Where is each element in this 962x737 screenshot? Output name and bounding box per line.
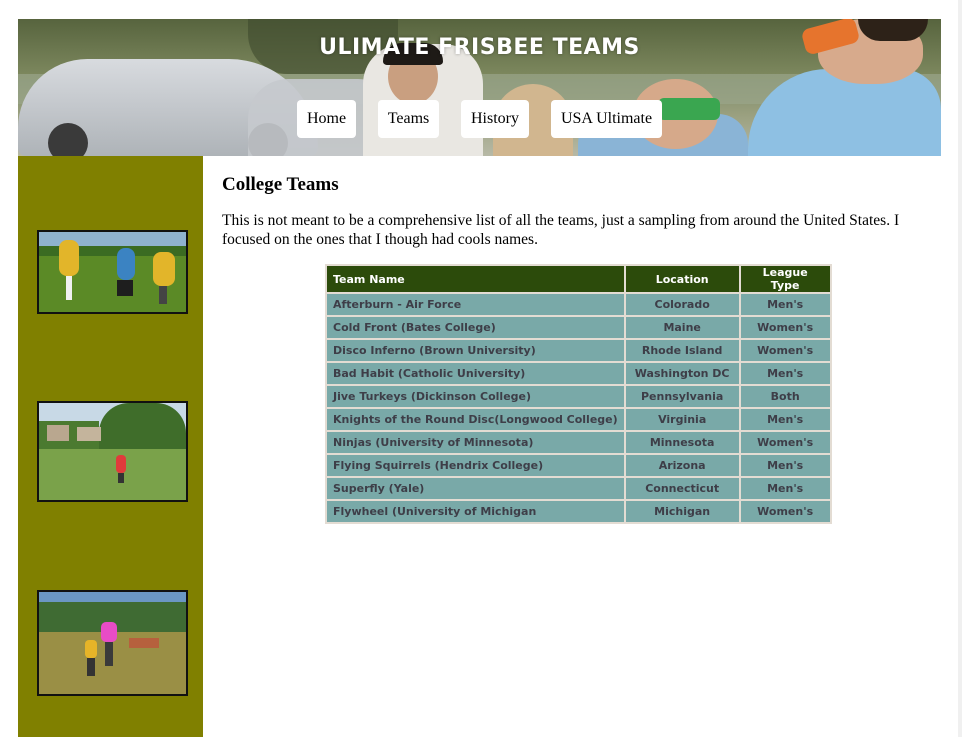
table-row: Bad Habit (Catholic University) Washingt… xyxy=(325,361,832,386)
location-cell: Pennsylvania xyxy=(623,384,741,409)
frisbee-field-photo xyxy=(37,401,188,502)
col-header-league-type: League Type xyxy=(738,264,832,294)
table-row: Flywheel (University of Michigan Michiga… xyxy=(325,499,832,524)
team-name-cell: Flywheel (University of Michigan xyxy=(325,499,626,524)
frisbee-catch-photo xyxy=(37,590,188,696)
table-row: Afterburn - Air Force Colorado Men's xyxy=(325,292,832,317)
location-cell: Colorado xyxy=(623,292,741,317)
league-type-cell: Men's xyxy=(738,361,832,386)
nav-history[interactable]: History xyxy=(461,100,529,138)
sidebar xyxy=(18,156,203,737)
nav-usa-ultimate[interactable]: USA Ultimate xyxy=(551,100,662,138)
table-header-row: Team Name Location League Type xyxy=(325,264,832,294)
league-type-cell: Women's xyxy=(738,499,832,524)
col-header-location: Location xyxy=(623,264,741,294)
teams-table: Team Name Location League Type Afterburn… xyxy=(325,264,832,524)
league-type-cell: Women's xyxy=(738,430,832,455)
league-type-cell: Men's xyxy=(738,407,832,432)
league-type-cell: Men's xyxy=(738,476,832,501)
page-title: College Teams xyxy=(222,174,339,195)
frisbee-action-photo xyxy=(37,230,188,314)
location-cell: Minnesota xyxy=(623,430,741,455)
league-type-cell: Women's xyxy=(738,338,832,363)
location-cell: Michigan xyxy=(623,499,741,524)
team-name-cell: Flying Squirrels (Hendrix College) xyxy=(325,453,626,478)
nav-home[interactable]: Home xyxy=(297,100,356,138)
location-cell: Washington DC xyxy=(623,361,741,386)
team-name-cell: Afterburn - Air Force xyxy=(325,292,626,317)
table-row: Flying Squirrels (Hendrix College) Arizo… xyxy=(325,453,832,478)
team-name-cell: Knights of the Round Disc(Longwood Colle… xyxy=(325,407,626,432)
location-cell: Rhode Island xyxy=(623,338,741,363)
page-scrollbar[interactable] xyxy=(958,0,962,737)
team-name-cell: Jive Turkeys (Dickinson College) xyxy=(325,384,626,409)
league-type-cell: Women's xyxy=(738,315,832,340)
location-cell: Arizona xyxy=(623,453,741,478)
team-name-cell: Bad Habit (Catholic University) xyxy=(325,361,626,386)
location-cell: Connecticut xyxy=(623,476,741,501)
header-banner: ULIMATE FRISBEE TEAMS Home Teams History… xyxy=(18,19,941,156)
site-title: ULIMATE FRISBEE TEAMS xyxy=(319,35,640,60)
location-cell: Virginia xyxy=(623,407,741,432)
team-name-cell: Cold Front (Bates College) xyxy=(325,315,626,340)
main-nav: Home Teams History USA Ultimate xyxy=(18,100,941,138)
league-type-cell: Men's xyxy=(738,292,832,317)
intro-text: This is not meant to be a comprehensive … xyxy=(222,212,900,248)
table-row: Ninjas (University of Minnesota) Minneso… xyxy=(325,430,832,455)
team-name-cell: Ninjas (University of Minnesota) xyxy=(325,430,626,455)
team-name-cell: Disco Inferno (Brown University) xyxy=(325,338,626,363)
table-row: Cold Front (Bates College) Maine Women's xyxy=(325,315,832,340)
col-header-team-name: Team Name xyxy=(325,264,626,294)
table-row: Knights of the Round Disc(Longwood Colle… xyxy=(325,407,832,432)
table-row: Superfly (Yale) Connecticut Men's xyxy=(325,476,832,501)
page: ULIMATE FRISBEE TEAMS Home Teams History… xyxy=(18,19,941,737)
location-cell: Maine xyxy=(623,315,741,340)
table-row: Disco Inferno (Brown University) Rhode I… xyxy=(325,338,832,363)
league-type-cell: Both xyxy=(738,384,832,409)
team-name-cell: Superfly (Yale) xyxy=(325,476,626,501)
nav-teams[interactable]: Teams xyxy=(378,100,439,138)
league-type-cell: Men's xyxy=(738,453,832,478)
table-row: Jive Turkeys (Dickinson College) Pennsyl… xyxy=(325,384,832,409)
